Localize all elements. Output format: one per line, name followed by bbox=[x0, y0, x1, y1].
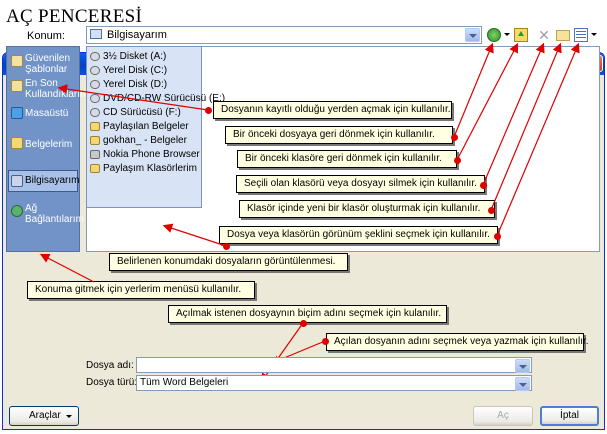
place-label: Güvenilen Şablonlar bbox=[25, 53, 71, 75]
callout-dot bbox=[300, 320, 307, 327]
network-icon bbox=[11, 205, 23, 217]
file-name-combo[interactable] bbox=[136, 357, 532, 373]
folder-icon bbox=[90, 122, 100, 131]
list-item[interactable]: CD Sürücüsü (F:) bbox=[89, 106, 201, 119]
callout-location-open: Dosyanın kayıtlı olduğu yerden açmak içi… bbox=[213, 101, 452, 119]
disk-icon bbox=[90, 80, 100, 89]
folder-icon bbox=[90, 136, 100, 145]
list-item[interactable]: 3½ Disket (A:) bbox=[89, 50, 201, 63]
callout-dot bbox=[454, 157, 461, 164]
callout-back-file: Bir önceki dosyaya geri dönmek için kull… bbox=[225, 126, 453, 144]
place-computer[interactable]: Bilgisayarım bbox=[8, 170, 80, 192]
location-dropdown-button[interactable] bbox=[465, 28, 480, 42]
up-folder-icon[interactable] bbox=[514, 28, 528, 42]
place-desktop[interactable]: Masaüstü bbox=[9, 105, 77, 127]
list-item[interactable]: Paylaşım Klasörlerim bbox=[89, 162, 201, 175]
open-button[interactable]: Aç bbox=[473, 406, 533, 426]
file-type-dropdown-button[interactable] bbox=[515, 377, 530, 391]
callout-file-view: Belirlenen konumdaki dosyaların görüntül… bbox=[109, 253, 348, 271]
callout-dot bbox=[488, 207, 495, 214]
location-label: Konum: bbox=[27, 30, 65, 42]
location-value: Bilgisayarım bbox=[107, 29, 167, 41]
back-icon[interactable] bbox=[487, 28, 501, 42]
back-dropdown-icon[interactable] bbox=[504, 33, 510, 36]
location-combo[interactable]: Bilgisayarım bbox=[86, 26, 482, 44]
list-item[interactable]: Yerel Disk (D:) bbox=[89, 78, 201, 91]
place-label: En Son Kullandıklarım bbox=[25, 78, 89, 100]
place-label: Belgelerim bbox=[25, 139, 73, 150]
computer-icon bbox=[11, 175, 23, 187]
places-bar: Güvenilen Şablonlar En Son Kullandıkları… bbox=[6, 46, 89, 252]
page-title: AÇ PENCERESİ bbox=[6, 6, 143, 27]
callout-dot bbox=[480, 182, 487, 189]
dvd-icon bbox=[90, 94, 100, 103]
callout-dot bbox=[494, 233, 501, 240]
callout-file-type: Açılmak istenen dosyaynın biçim adını se… bbox=[168, 305, 447, 323]
place-label: Masaüstü bbox=[25, 108, 69, 119]
view-menu-icon[interactable] bbox=[574, 28, 588, 42]
place-documents[interactable]: Belgelerim bbox=[9, 135, 77, 165]
cancel-button[interactable]: İptal bbox=[540, 406, 599, 426]
shared-folder-icon bbox=[90, 164, 100, 173]
callout-places: Konuma gitmek için yerlerim menüsü kulla… bbox=[27, 281, 255, 299]
phone-icon bbox=[90, 150, 100, 159]
callout-view: Dosya veya klasörün görünüm şeklini seçm… bbox=[219, 226, 498, 244]
callout-dot bbox=[223, 243, 230, 250]
file-type-value: Tüm Word Belgeleri bbox=[140, 377, 229, 388]
place-label: Bilgisayarım bbox=[25, 175, 80, 186]
callout-dot bbox=[451, 134, 458, 141]
recent-icon bbox=[11, 80, 23, 92]
file-type-label: Dosya türü: bbox=[86, 377, 138, 388]
desktop-icon bbox=[11, 107, 23, 119]
callout-file-name: Açılan dosyanın adını seçmek veya yazmak… bbox=[326, 333, 589, 351]
file-name-dropdown-button[interactable] bbox=[515, 359, 530, 373]
documents-icon bbox=[11, 137, 23, 149]
cd-icon bbox=[90, 108, 100, 117]
view-dropdown-icon[interactable] bbox=[591, 33, 597, 36]
list-item[interactable]: DVD/CD-RW Sürücüsü (E:) bbox=[89, 92, 225, 105]
list-item[interactable]: Yerel Disk (C:) bbox=[89, 64, 201, 77]
file-name-label: Dosya adı: bbox=[86, 360, 134, 371]
place-recent[interactable]: En Son Kullandıklarım bbox=[9, 78, 89, 104]
place-network[interactable]: Ağ Bağlantılarım bbox=[9, 203, 84, 233]
new-folder-icon[interactable] bbox=[556, 30, 570, 41]
callout-dot bbox=[205, 107, 212, 114]
disk-icon bbox=[90, 66, 100, 75]
floppy-icon bbox=[90, 52, 100, 61]
callout-new-folder: Klasör içinde yeni bir klasör oluşturmak… bbox=[239, 200, 495, 218]
computer-icon bbox=[90, 29, 102, 39]
list-item[interactable]: Nokia Phone Browser bbox=[89, 148, 201, 161]
folder-icon bbox=[11, 55, 23, 67]
delete-icon[interactable]: ✕ bbox=[537, 28, 551, 42]
tools-button[interactable]: Araçlar bbox=[9, 406, 79, 426]
list-item[interactable]: Paylaşılan Belgeler bbox=[89, 120, 201, 133]
callout-delete: Seçili olan klasörü veya dosyayı silmek … bbox=[236, 175, 485, 193]
location-dropdown-list: 3½ Disket (A:) Yerel Disk (C:) Yerel Dis… bbox=[86, 46, 225, 208]
place-label: Ağ Bağlantılarım bbox=[25, 203, 84, 225]
file-type-combo[interactable]: Tüm Word Belgeleri bbox=[136, 375, 532, 391]
list-item[interactable]: gokhan_ - Belgeler bbox=[89, 134, 201, 147]
callout-dot bbox=[322, 338, 329, 345]
callout-up-folder: Bir önceki klasöre geri dönmek için kull… bbox=[237, 150, 457, 168]
